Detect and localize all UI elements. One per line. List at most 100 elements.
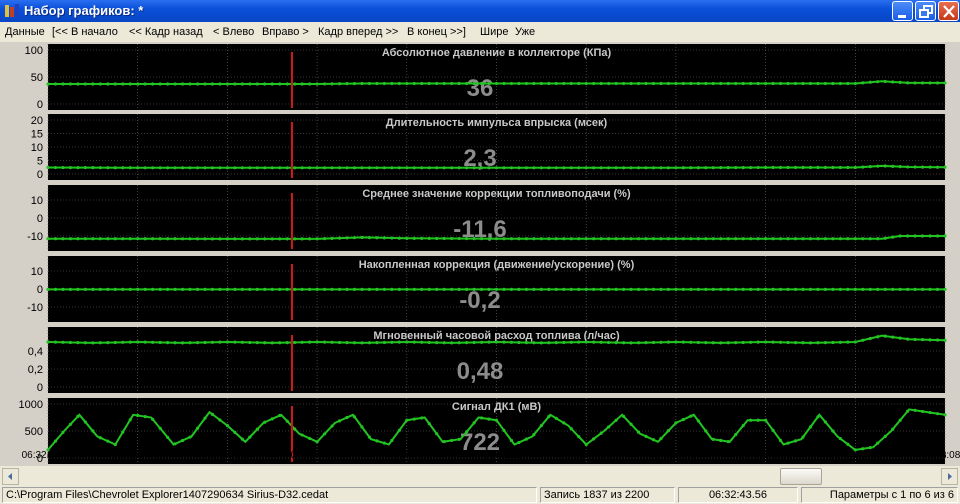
data-point — [278, 166, 282, 170]
data-point — [322, 432, 327, 436]
data-point — [83, 166, 87, 170]
data-point — [420, 287, 424, 291]
data-point — [756, 165, 760, 170]
data-point — [898, 418, 902, 422]
data-point — [143, 82, 147, 86]
data-point — [195, 237, 200, 241]
data-point — [696, 419, 700, 423]
close-button[interactable] — [938, 1, 959, 21]
data-point — [704, 81, 708, 86]
data-point — [91, 237, 95, 241]
data-point — [233, 340, 237, 344]
ytick-label: -10 — [27, 302, 43, 314]
data-point — [285, 237, 289, 241]
menu-wider[interactable]: Шире — [480, 26, 508, 38]
data-point — [801, 237, 805, 241]
data-point — [180, 166, 185, 170]
data-point — [935, 165, 940, 169]
data-point — [711, 237, 715, 241]
data-point — [83, 341, 87, 345]
window-title: Набор графиков: * — [24, 3, 144, 18]
data-point — [293, 237, 297, 241]
status-params: Параметры с 1 по 6 из 6 — [801, 487, 958, 503]
data-point — [412, 287, 416, 291]
data-point — [322, 287, 327, 291]
data-point — [838, 165, 842, 170]
charts-area: 100 50 0 Абсолютное давление в коллекторе (… — [0, 42, 960, 466]
data-point — [846, 442, 850, 446]
data-point — [756, 81, 760, 86]
data-point — [689, 340, 693, 344]
scroll-thumb[interactable] — [780, 468, 822, 485]
data-point — [614, 81, 618, 86]
data-point — [592, 437, 596, 441]
data-point — [121, 237, 125, 241]
data-point — [659, 340, 663, 344]
data-point — [816, 81, 820, 86]
data-point — [136, 287, 140, 291]
menu-data[interactable]: Данные — [5, 26, 45, 38]
data-point — [382, 441, 386, 445]
menu-go-end[interactable]: В конец >>] — [407, 26, 466, 38]
data-point — [487, 81, 491, 86]
data-point — [173, 287, 177, 291]
data-point — [741, 165, 745, 170]
data-point — [83, 287, 87, 291]
data-point — [651, 166, 656, 170]
data-point — [883, 334, 887, 338]
menu-frame-forward[interactable]: Кадр вперед >> — [318, 26, 398, 38]
data-point — [509, 81, 514, 86]
data-point — [435, 166, 439, 170]
data-point — [390, 166, 394, 170]
data-point — [218, 287, 222, 291]
data-point — [255, 237, 259, 241]
data-point — [180, 287, 185, 291]
xtick-label: 06:32:54.57 — [560, 450, 613, 461]
data-point — [831, 340, 835, 345]
data-point — [756, 287, 760, 291]
menu-frame-back[interactable]: << Кадр назад — [129, 26, 203, 38]
data-point — [920, 287, 925, 291]
menu-right[interactable]: Вправо > — [262, 26, 309, 38]
xtick-label: 06:32:37.95 — [111, 450, 164, 461]
data-point — [868, 446, 872, 450]
scroll-right-button[interactable] — [941, 468, 958, 485]
data-point — [778, 287, 783, 291]
scroll-left-button[interactable] — [2, 468, 19, 485]
data-point — [173, 442, 177, 446]
restore-button[interactable] — [915, 1, 936, 21]
data-point — [315, 82, 319, 86]
data-point — [689, 287, 693, 291]
data-point — [651, 340, 656, 345]
data-point — [517, 81, 521, 86]
data-point — [435, 236, 439, 241]
toolbar-menu: Данные [<< В начало << Кадр назад < Влев… — [0, 22, 960, 42]
data-point — [509, 340, 514, 344]
data-point — [681, 166, 685, 170]
menu-left[interactable]: < Влево — [213, 26, 254, 38]
data-point — [749, 340, 753, 344]
data-point — [868, 287, 872, 291]
horizontal-scrollbar[interactable] — [0, 466, 960, 486]
data-point — [218, 82, 222, 86]
data-point — [554, 341, 558, 345]
data-point — [644, 81, 648, 86]
data-point — [412, 417, 416, 421]
data-point — [607, 287, 611, 291]
charts-svg[interactable]: 100500Абсолютное давление в коллекторе (… — [0, 42, 960, 466]
data-point — [928, 234, 932, 238]
data-point — [46, 237, 50, 241]
minimize-button[interactable] — [892, 1, 913, 21]
data-point — [293, 287, 297, 291]
data-point — [270, 341, 274, 345]
data-point — [816, 165, 820, 170]
data-point — [61, 165, 65, 170]
data-point — [659, 437, 663, 441]
data-point — [711, 287, 715, 291]
data-point — [479, 237, 484, 241]
data-point — [689, 414, 693, 418]
data-point — [76, 237, 80, 241]
data-point — [278, 341, 282, 345]
menu-narrower[interactable]: Уже — [515, 26, 535, 38]
menu-go-start[interactable]: [<< В начало — [52, 26, 118, 38]
